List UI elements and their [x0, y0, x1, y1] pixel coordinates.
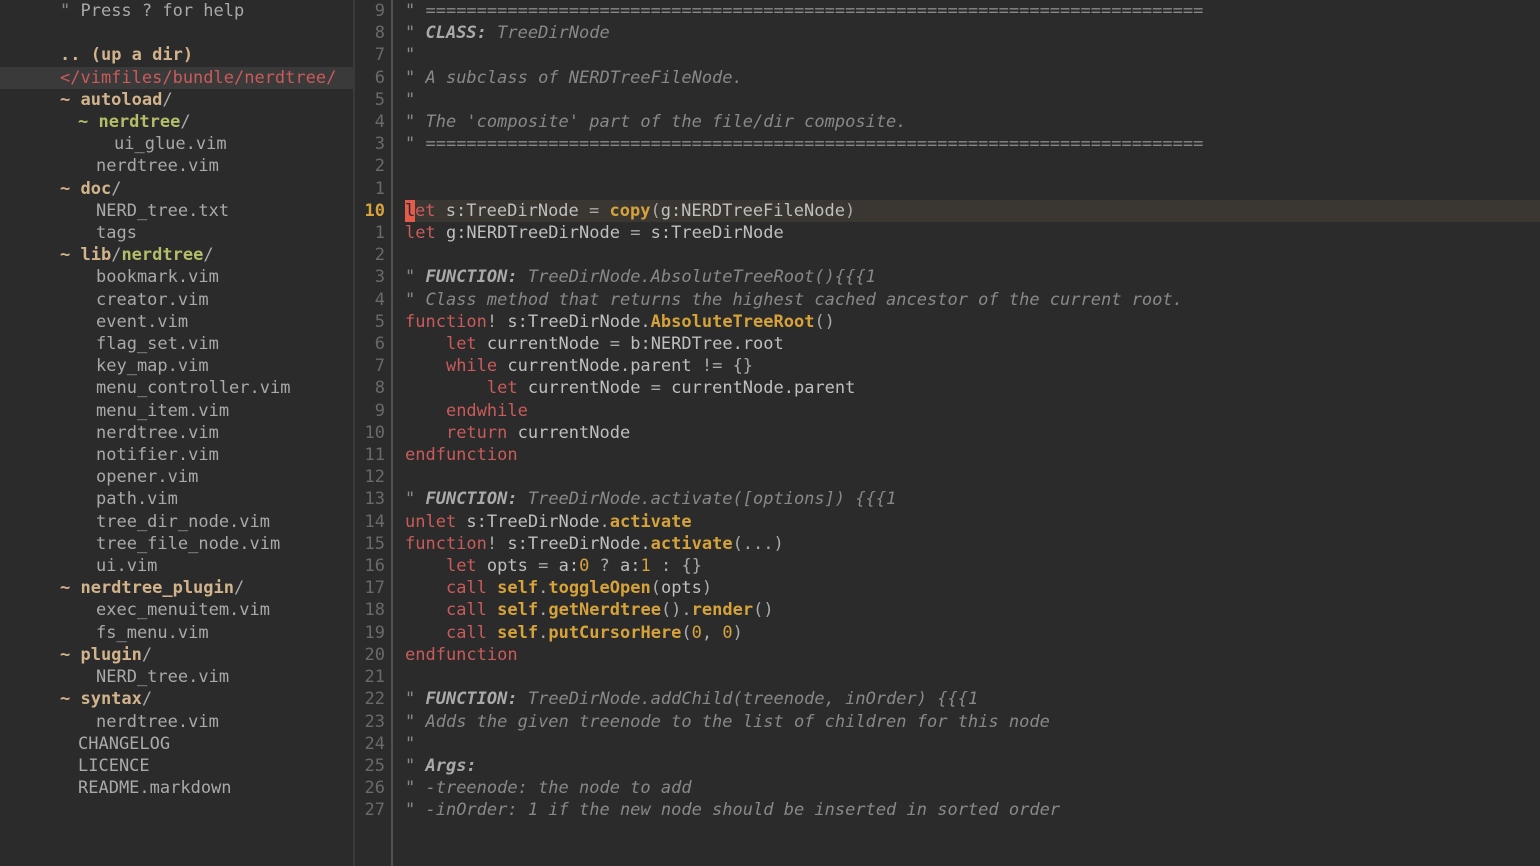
tree-dir[interactable]: ~ nerdtree/ — [0, 111, 353, 133]
line-number: 10 — [355, 422, 385, 444]
nerdtree-up-dir[interactable]: .. (up a dir) — [0, 44, 353, 66]
tree-file[interactable]: nerdtree.vim — [0, 155, 353, 177]
tree-dir[interactable]: ~ plugin/ — [0, 644, 353, 666]
tree-dir[interactable]: ~ doc/ — [0, 178, 353, 200]
tree-file[interactable]: notifier.vim — [0, 444, 353, 466]
tree-file[interactable]: NERD_tree.txt — [0, 200, 353, 222]
tree-file[interactable]: tree_dir_node.vim — [0, 511, 353, 533]
tree-dir[interactable]: ~ lib/nerdtree/ — [0, 244, 353, 266]
line-number: 2 — [355, 155, 385, 177]
tree-dir[interactable]: ~ nerdtree_plugin/ — [0, 577, 353, 599]
tree-file[interactable]: LICENCE — [0, 755, 353, 777]
line-number: 19 — [355, 622, 385, 644]
cursor: l — [405, 200, 415, 222]
nerdtree-root[interactable]: </vimfiles/bundle/nerdtree/ — [0, 67, 353, 89]
line-number: 11 — [355, 444, 385, 466]
line-number: 22 — [355, 688, 385, 710]
tree-file[interactable]: CHANGELOG — [0, 733, 353, 755]
line-number: 27 — [355, 799, 385, 821]
nerdtree-help: " Press ? for help — [0, 0, 353, 22]
line-number: 23 — [355, 711, 385, 733]
line-number: 12 — [355, 466, 385, 488]
tree-file[interactable]: key_map.vim — [0, 355, 353, 377]
tree-file[interactable]: fs_menu.vim — [0, 622, 353, 644]
line-number: 14 — [355, 511, 385, 533]
line-number-gutter: 9876543211012345678910111213141516171819… — [355, 0, 393, 866]
line-number: 13 — [355, 488, 385, 510]
line-number: 16 — [355, 555, 385, 577]
line-number: 24 — [355, 733, 385, 755]
line-number: 5 — [355, 89, 385, 111]
line-number: 6 — [355, 67, 385, 89]
line-number: 17 — [355, 577, 385, 599]
line-number: 25 — [355, 755, 385, 777]
tree-file[interactable]: path.vim — [0, 488, 353, 510]
code-content[interactable]: " ======================================… — [393, 0, 1540, 866]
tree-file[interactable]: exec_menuitem.vim — [0, 599, 353, 621]
tree-file[interactable]: nerdtree.vim — [0, 422, 353, 444]
line-number: 4 — [355, 111, 385, 133]
tree-file[interactable]: creator.vim — [0, 289, 353, 311]
tree-file[interactable]: event.vim — [0, 311, 353, 333]
line-number: 26 — [355, 777, 385, 799]
line-number: 1 — [355, 222, 385, 244]
line-number: 21 — [355, 666, 385, 688]
line-number: 9 — [355, 400, 385, 422]
tree-file[interactable]: README.markdown — [0, 777, 353, 799]
tree-file[interactable]: menu_item.vim — [0, 400, 353, 422]
nerdtree-sidebar[interactable]: " Press ? for help .. (up a dir) </vimfi… — [0, 0, 354, 866]
line-number: 15 — [355, 533, 385, 555]
line-number: 18 — [355, 599, 385, 621]
line-number: 20 — [355, 644, 385, 666]
tree-file[interactable]: menu_controller.vim — [0, 377, 353, 399]
tree-file[interactable]: bookmark.vim — [0, 266, 353, 288]
line-number: 8 — [355, 377, 385, 399]
tree-file[interactable]: NERD_tree.vim — [0, 666, 353, 688]
line-number: 1 — [355, 178, 385, 200]
tree-file[interactable]: tree_file_node.vim — [0, 533, 353, 555]
line-number: 2 — [355, 244, 385, 266]
tree-dir[interactable]: ~ syntax/ — [0, 688, 353, 710]
line-number: 7 — [355, 44, 385, 66]
tree-file[interactable]: ui.vim — [0, 555, 353, 577]
tree-dir[interactable]: ~ autoload/ — [0, 89, 353, 111]
line-number: 10 — [355, 200, 385, 222]
line-number: 7 — [355, 355, 385, 377]
line-number: 5 — [355, 311, 385, 333]
line-number: 3 — [355, 266, 385, 288]
editor-pane[interactable]: 9876543211012345678910111213141516171819… — [354, 0, 1540, 866]
line-number: 3 — [355, 133, 385, 155]
line-number: 4 — [355, 289, 385, 311]
tree-file[interactable]: ui_glue.vim — [0, 133, 353, 155]
tree-file[interactable]: opener.vim — [0, 466, 353, 488]
cursor-line: let s:TreeDirNode = copy(g:NERDTreeFileN… — [405, 200, 1540, 222]
tree-file[interactable]: nerdtree.vim — [0, 711, 353, 733]
line-number: 9 — [355, 0, 385, 22]
line-number: 6 — [355, 333, 385, 355]
line-number: 8 — [355, 22, 385, 44]
tree-file[interactable]: flag_set.vim — [0, 333, 353, 355]
tree-file[interactable]: tags — [0, 222, 353, 244]
